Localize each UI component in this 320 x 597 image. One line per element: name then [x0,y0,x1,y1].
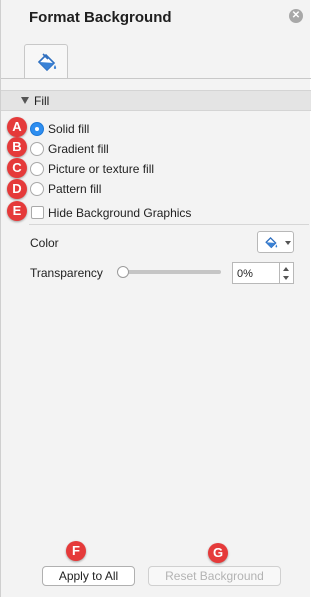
paint-bucket-icon [265,236,278,249]
hide-background-graphics-checkbox[interactable] [31,206,44,219]
tab-strip-divider [1,78,311,79]
chevron-down-icon [285,241,291,245]
hide-background-graphics-option[interactable]: Hide Background Graphics [30,205,270,221]
annotation-marker-e: E [7,201,27,221]
annotation-marker-a: A [7,117,27,137]
stepper-up-icon[interactable] [283,267,289,271]
transparency-slider-track[interactable] [121,270,221,274]
pattern-fill-label: Pattern fill [48,182,102,196]
solid-fill-label: Solid fill [48,122,90,136]
panel-title: Format Background [29,9,172,26]
pattern-fill-option[interactable]: Pattern fill [30,181,270,197]
color-picker-button[interactable] [257,231,294,253]
annotation-marker-b: B [7,137,27,157]
disclosure-triangle-icon[interactable] [21,97,29,104]
gradient-fill-radio[interactable] [30,142,44,156]
transparency-value-field[interactable]: 0% [232,262,280,284]
stepper-down-icon[interactable] [283,276,289,280]
tab-fill[interactable] [24,44,68,79]
transparency-label: Transparency [30,266,103,280]
annotation-marker-f: F [66,541,86,561]
picture-fill-radio[interactable] [30,162,44,176]
gradient-fill-label: Gradient fill [48,142,109,156]
hide-background-graphics-label: Hide Background Graphics [48,206,192,220]
format-background-panel: Format Background ✕ Fill Solid fill Grad… [0,0,311,597]
annotation-marker-g: G [208,543,228,563]
solid-fill-radio[interactable] [30,122,44,136]
fill-section-header[interactable]: Fill [1,90,311,111]
solid-fill-option[interactable]: Solid fill [30,121,270,137]
gradient-fill-option[interactable]: Gradient fill [30,141,270,157]
apply-to-all-button[interactable]: Apply to All [42,566,135,586]
annotation-marker-c: C [7,158,27,178]
picture-fill-label: Picture or texture fill [48,162,155,176]
paint-bucket-icon [37,53,57,72]
reset-background-button[interactable]: Reset Background [148,566,281,586]
close-icon[interactable]: ✕ [289,9,303,23]
pattern-fill-radio[interactable] [30,182,44,196]
picture-fill-option[interactable]: Picture or texture fill [30,161,270,177]
transparency-stepper[interactable] [280,262,294,284]
section-divider [29,224,309,225]
section-label: Fill [34,94,50,108]
transparency-slider-handle[interactable] [117,266,129,278]
annotation-marker-d: D [7,179,27,199]
color-label: Color [30,236,59,250]
